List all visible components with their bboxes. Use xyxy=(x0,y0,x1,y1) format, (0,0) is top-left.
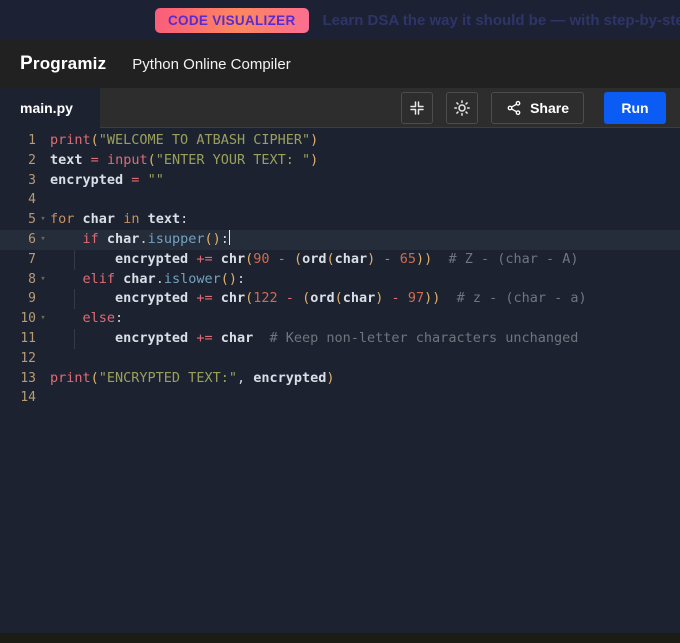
code-text[interactable]: encrypted = "" xyxy=(50,171,680,191)
line-number: 4 xyxy=(0,190,36,210)
code-text[interactable]: encrypted += chr(122 - (ord(char) - 97))… xyxy=(50,289,680,309)
share-button-label: Share xyxy=(530,100,569,116)
line-number: 13 xyxy=(0,369,36,389)
text-cursor xyxy=(229,230,231,245)
line-number: 1 xyxy=(0,131,36,151)
code-line[interactable]: 9 encrypted += chr(122 - (ord(char) - 97… xyxy=(0,289,680,309)
line-number: 6 xyxy=(0,230,36,250)
code-line[interactable]: 2 text = input("ENTER YOUR TEXT: ") xyxy=(0,151,680,171)
code-line[interactable]: 11 encrypted += char # Keep non-letter c… xyxy=(0,329,680,349)
line-number: 8 xyxy=(0,270,36,290)
line-number: 5 xyxy=(0,210,36,230)
line-number: 2 xyxy=(0,151,36,171)
share-icon xyxy=(506,100,522,116)
code-text[interactable]: elif char.islower(): xyxy=(50,270,680,290)
code-text[interactable]: encrypted += chr(90 - (ord(char) - 65)) … xyxy=(50,250,680,270)
editor-toolbar: main.py Share Run xyxy=(0,88,680,128)
line-number: 11 xyxy=(0,329,36,349)
fold-arrow-icon[interactable]: ▾ xyxy=(36,309,50,329)
fold-gutter xyxy=(36,388,50,408)
share-button[interactable]: Share xyxy=(491,92,584,124)
line-number: 10 xyxy=(0,309,36,329)
code-line[interactable]: 6▾ if char.isupper(): xyxy=(0,230,680,250)
run-button[interactable]: Run xyxy=(604,92,666,124)
fold-arrow-icon[interactable]: ▾ xyxy=(36,270,50,290)
code-line[interactable]: 10▾ else: xyxy=(0,309,680,329)
code-line[interactable]: 7 encrypted += chr(90 - (ord(char) - 65)… xyxy=(0,250,680,270)
fold-arrow-icon[interactable]: ▾ xyxy=(36,210,50,230)
code-line[interactable]: 5▾for char in text: xyxy=(0,210,680,230)
code-text[interactable] xyxy=(50,388,680,408)
fold-gutter xyxy=(36,369,50,389)
line-number: 3 xyxy=(0,171,36,191)
code-line[interactable]: 8▾ elif char.islower(): xyxy=(0,270,680,290)
promo-tagline: Learn DSA the way it should be — with st… xyxy=(323,12,680,29)
page-title: Python Online Compiler xyxy=(132,56,290,73)
fold-gutter xyxy=(36,131,50,151)
collapse-icon xyxy=(408,99,426,117)
tab-main-py[interactable]: main.py xyxy=(0,88,100,128)
code-text[interactable] xyxy=(50,349,680,369)
brightness-icon xyxy=(453,99,471,117)
line-number: 12 xyxy=(0,349,36,369)
fold-gutter xyxy=(36,329,50,349)
indent-guide xyxy=(74,289,75,309)
indent-guide xyxy=(74,250,75,270)
code-line[interactable]: 13 print("ENCRYPTED TEXT:", encrypted) xyxy=(0,369,680,389)
code-text[interactable]: text = input("ENTER YOUR TEXT: ") xyxy=(50,151,680,171)
code-text[interactable]: encrypted += char # Keep non-letter char… xyxy=(50,329,680,349)
code-line[interactable]: 14 xyxy=(0,388,680,408)
programiz-logo[interactable]: Programiz xyxy=(20,53,106,75)
code-text[interactable]: for char in text: xyxy=(50,210,680,230)
code-editor[interactable]: 1 print("WELCOME TO ATBASH CIPHER") 2 text … xyxy=(0,128,680,633)
code-line[interactable]: 3 encrypted = "" xyxy=(0,171,680,191)
fold-gutter xyxy=(36,250,50,270)
code-line[interactable]: 12 xyxy=(0,349,680,369)
code-text[interactable] xyxy=(50,190,680,210)
code-text[interactable]: print("WELCOME TO ATBASH CIPHER") xyxy=(50,131,680,151)
toolbar-actions: Share Run xyxy=(100,88,680,128)
fold-arrow-icon[interactable]: ▾ xyxy=(36,230,50,250)
code-visualizer-badge[interactable]: CODE VISUALIZER xyxy=(155,8,309,33)
code-text[interactable]: else: xyxy=(50,309,680,329)
fold-gutter xyxy=(36,349,50,369)
promo-banner[interactable]: CODE VISUALIZER Learn DSA the way it sho… xyxy=(0,0,680,40)
line-number: 14 xyxy=(0,388,36,408)
app-header: Programiz Python Online Compiler xyxy=(0,40,680,88)
collapse-button[interactable] xyxy=(401,92,433,124)
code-text[interactable]: print("ENCRYPTED TEXT:", encrypted) xyxy=(50,369,680,389)
fold-gutter xyxy=(36,151,50,171)
indent-guide xyxy=(74,329,75,349)
fold-gutter xyxy=(36,190,50,210)
code-line[interactable]: 1 print("WELCOME TO ATBASH CIPHER") xyxy=(0,131,680,151)
theme-toggle-button[interactable] xyxy=(446,92,478,124)
fold-gutter xyxy=(36,289,50,309)
code-line[interactable]: 4 xyxy=(0,190,680,210)
fold-gutter xyxy=(36,171,50,191)
line-number: 9 xyxy=(0,289,36,309)
code-text[interactable]: if char.isupper(): xyxy=(50,230,680,250)
line-number: 7 xyxy=(0,250,36,270)
bottom-divider xyxy=(0,633,680,643)
